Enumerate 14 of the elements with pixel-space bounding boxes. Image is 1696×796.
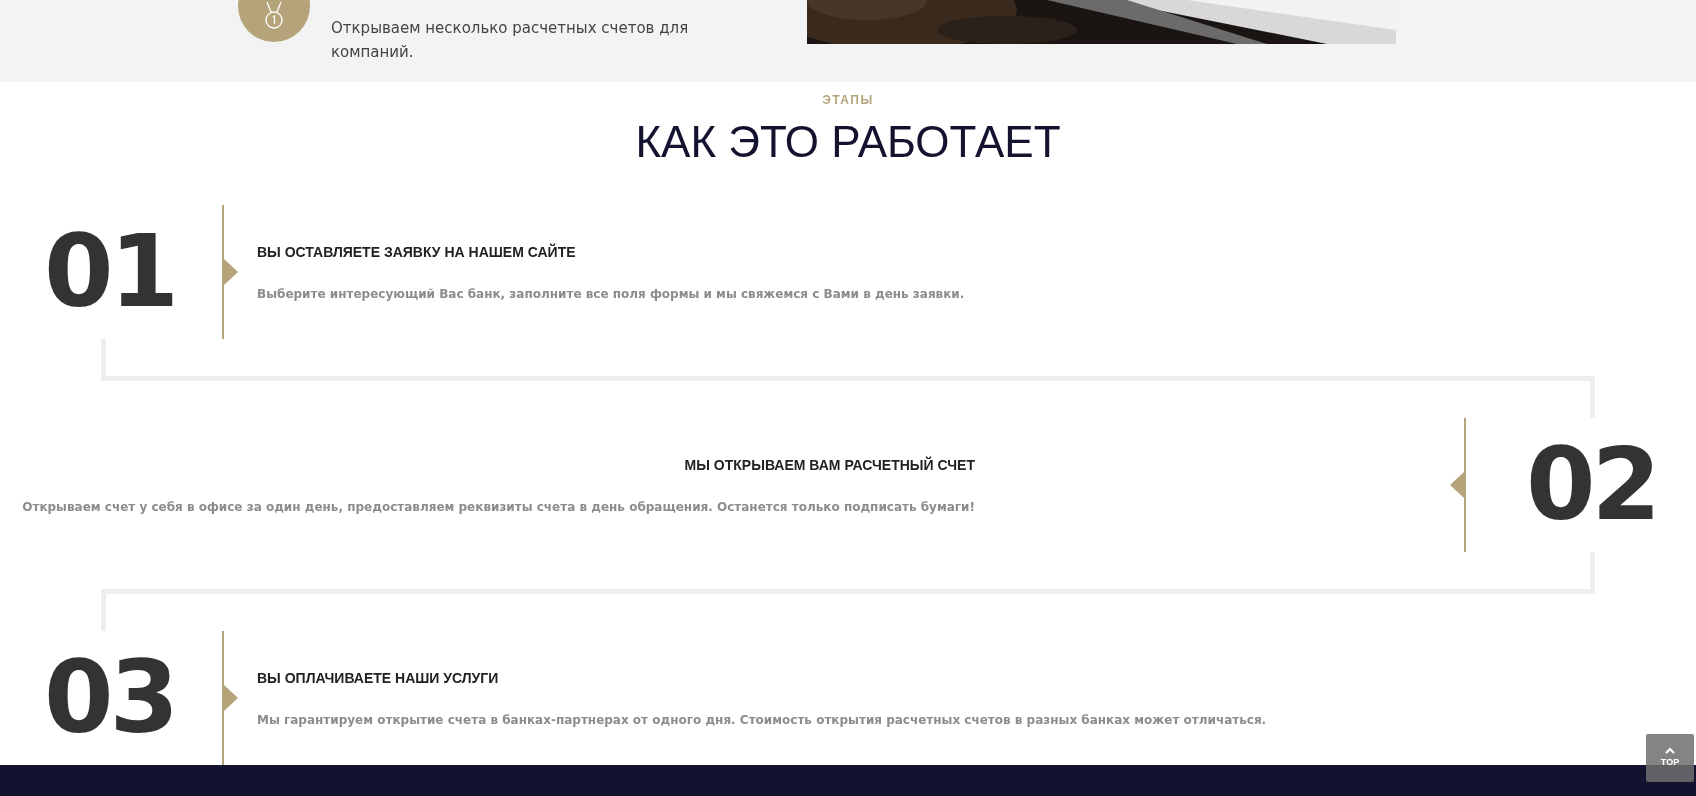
step-number: 02 [1526,426,1658,543]
feature-text: Открываем несколько расчетных счетов для компаний. [331,18,690,63]
back-to-top-button[interactable]: TOP [1646,734,1694,782]
step-title: ВЫ ОСТАВЛЯЕТЕ ЗАЯВКУ НА НАШЕМ САЙТЕ [257,242,577,262]
step-description: Мы гарантируем открытие счета в банках-партнерах от одного дня. Стоимость открытия расчетных счетов в разных банках может отличаться. [257,711,1267,729]
step-description: Открываем счет у себя в офисе за один день, предоставляем реквизиты счета в день обращения. Останется только подписать бумаги! [22,498,975,516]
section-eyebrow: ЭТАПЫ [822,92,874,109]
step-description: Выберите интересующий Вас банк, заполните все поля формы и мы свяжемся с Вами в день заявки. [257,285,965,303]
section-title: КАК ЭТО РАБОТАЕТ [635,120,1061,164]
step-number: 01 [44,213,176,330]
step-title: ВЫ ОПЛАЧИВАЕТЕ НАШИ УСЛУГИ [257,668,500,688]
step-title: МЫ ОТКРЫВАЕМ ВАМ РАСЧЕТНЫЙ СЧЕТ [684,455,975,475]
chevron-up-icon [1665,746,1675,754]
step-number: 03 [44,639,176,756]
